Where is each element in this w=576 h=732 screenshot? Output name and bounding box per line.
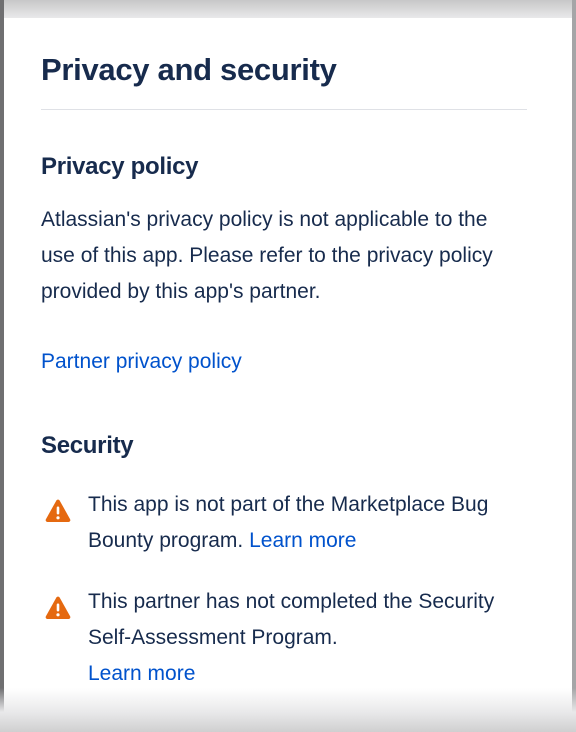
- warning-message: This partner has not completed the Secur…: [88, 584, 528, 692]
- privacy-security-panel: Privacy and security Privacy policy Atla…: [4, 18, 572, 732]
- window-right-edge: [572, 0, 576, 732]
- warning-icon: [45, 499, 71, 523]
- page-title: Privacy and security: [41, 52, 337, 87]
- title-divider: [41, 109, 527, 110]
- warning-icon: [45, 596, 71, 620]
- learn-more-link[interactable]: Learn more: [88, 662, 195, 685]
- learn-more-link[interactable]: Learn more: [249, 529, 356, 552]
- privacy-policy-heading: Privacy policy: [41, 153, 199, 180]
- partner-privacy-policy-link[interactable]: Partner privacy policy: [41, 344, 242, 380]
- privacy-policy-text: Atlassian's privacy policy is not applic…: [41, 208, 493, 303]
- security-heading: Security: [41, 432, 134, 459]
- warning-text: This partner has not completed the Secur…: [88, 590, 495, 649]
- warning-message: This app is not part of the Marketplace …: [88, 487, 528, 559]
- window-left-edge: [0, 0, 4, 732]
